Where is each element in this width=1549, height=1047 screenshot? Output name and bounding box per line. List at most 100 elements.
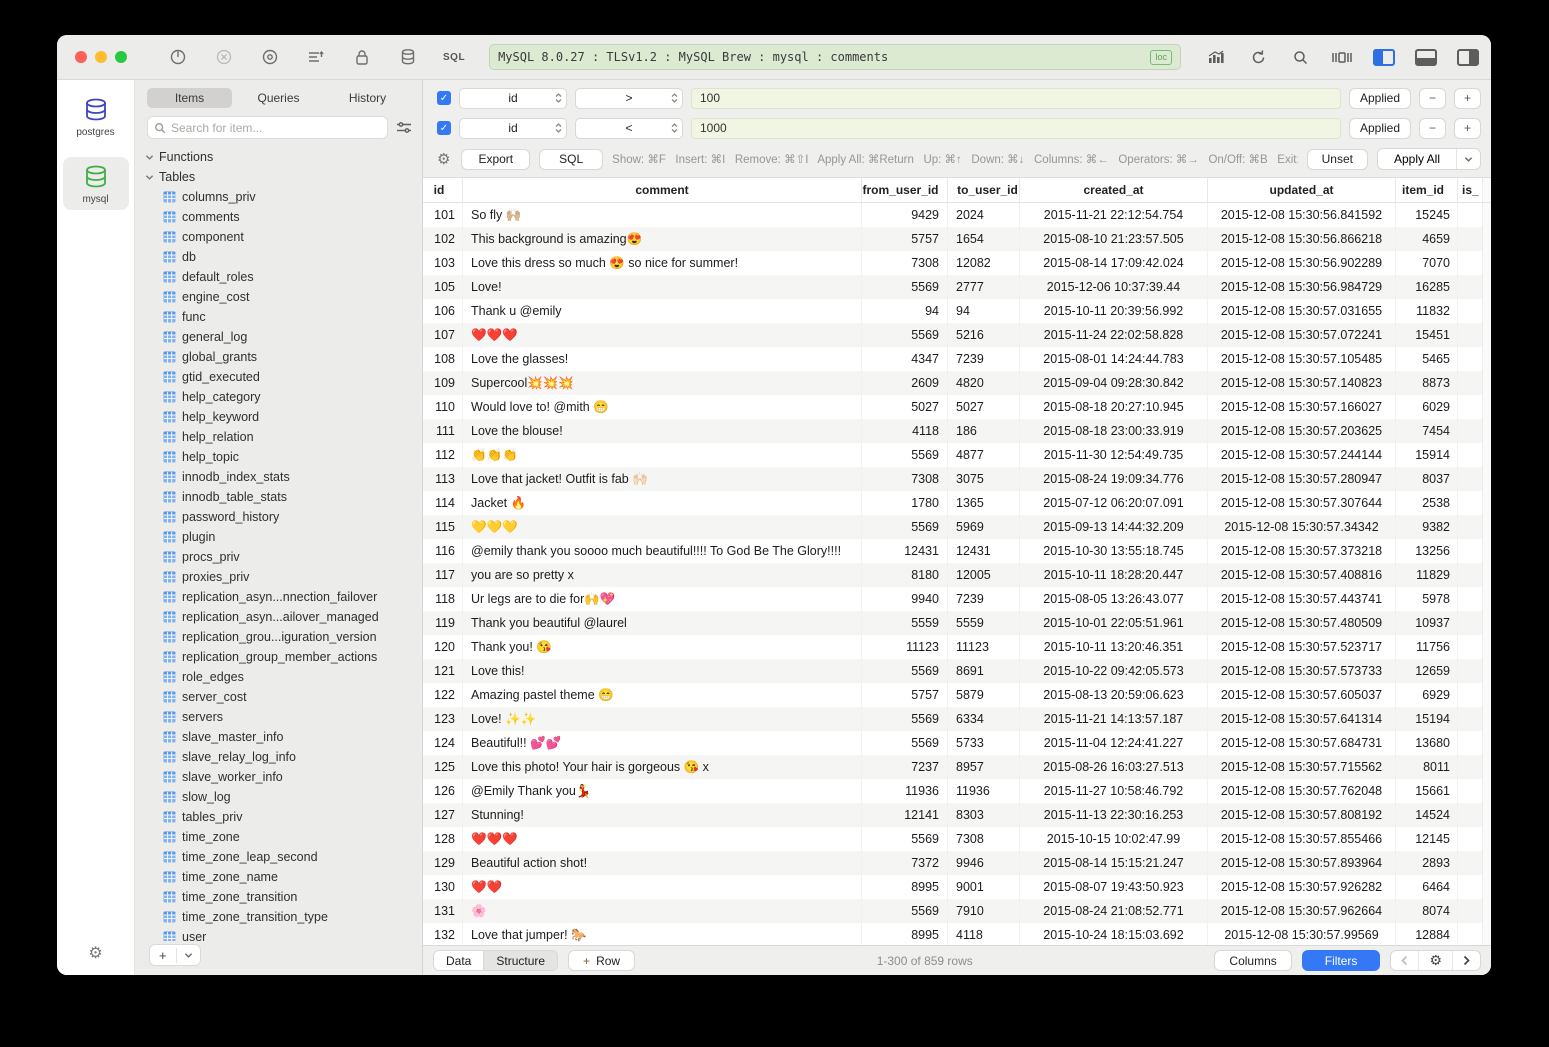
lock-icon[interactable] bbox=[351, 46, 373, 68]
table-row[interactable]: 130 ❤️❤️ 8995 9001 2015-08-07 19:43:50.9… bbox=[423, 875, 1482, 899]
cell-item-id[interactable]: 2893 bbox=[1396, 851, 1458, 875]
add-item-button[interactable]: + bbox=[149, 944, 201, 966]
cell-from-user-id[interactable]: 94 bbox=[862, 299, 948, 323]
column-header-from-user-id[interactable]: from_user_id bbox=[862, 178, 948, 202]
cell-item-id[interactable]: 11832 bbox=[1396, 299, 1458, 323]
section-functions[interactable]: Functions bbox=[135, 147, 422, 167]
add-filter-button[interactable]: + bbox=[1454, 88, 1481, 109]
cell-to-user-id[interactable]: 7239 bbox=[948, 587, 1020, 611]
table-row[interactable]: 118 Ur legs are to die for🙌💖 9940 7239 2… bbox=[423, 587, 1482, 611]
cell-from-user-id[interactable]: 2609 bbox=[862, 371, 948, 395]
cell-comment[interactable]: you are so pretty x bbox=[463, 563, 862, 587]
cell-from-user-id[interactable]: 12431 bbox=[862, 539, 948, 563]
cell-is[interactable] bbox=[1458, 827, 1482, 851]
cell-from-user-id[interactable]: 11123 bbox=[862, 635, 948, 659]
sidebar-table-item[interactable]: global_grants bbox=[135, 347, 422, 367]
cell-id[interactable]: 131 bbox=[423, 899, 463, 923]
table-row[interactable]: 107 ❤️❤️❤️ 5569 5216 2015-11-24 22:02:58… bbox=[423, 323, 1482, 347]
cell-id[interactable]: 112 bbox=[423, 443, 463, 467]
cell-comment[interactable]: @emily thank you soooo much beautiful!!!… bbox=[463, 539, 862, 563]
cell-to-user-id[interactable]: 9946 bbox=[948, 851, 1020, 875]
filter-column-select[interactable]: id bbox=[459, 88, 567, 109]
cell-comment[interactable]: Love that jumper! 🐎 bbox=[463, 923, 862, 945]
cell-id[interactable]: 110 bbox=[423, 395, 463, 419]
sidebar-table-item[interactable]: component bbox=[135, 227, 422, 247]
cell-comment[interactable]: Love this dress so much 😍 so nice for su… bbox=[463, 251, 862, 275]
cell-updated-at[interactable]: 2015-12-08 15:30:57.408816 bbox=[1208, 563, 1396, 587]
cell-to-user-id[interactable]: 5969 bbox=[948, 515, 1020, 539]
cell-created-at[interactable]: 2015-07-12 06:20:07.091 bbox=[1020, 491, 1208, 515]
tab-queries[interactable]: Queries bbox=[236, 88, 321, 108]
cell-is[interactable] bbox=[1458, 251, 1482, 275]
cell-updated-at[interactable]: 2015-12-08 15:30:57.808192 bbox=[1208, 803, 1396, 827]
filter-value-input[interactable]: 1000 bbox=[691, 118, 1341, 139]
scrollbar-track[interactable] bbox=[1482, 203, 1491, 945]
cell-to-user-id[interactable]: 94 bbox=[948, 299, 1020, 323]
connection-address-bar[interactable]: MySQL 8.0.27 : TLSv1.2 : MySQL Brew : my… bbox=[489, 44, 1181, 70]
toggle-bottom-panel-button[interactable] bbox=[1415, 49, 1437, 66]
cell-updated-at[interactable]: 2015-12-08 15:30:57.523717 bbox=[1208, 635, 1396, 659]
cell-is[interactable] bbox=[1458, 899, 1482, 923]
cell-comment[interactable]: Jacket 🔥 bbox=[463, 491, 862, 515]
settings-gear-icon[interactable]: ⚙ bbox=[88, 943, 102, 975]
add-filter-button[interactable]: + bbox=[1454, 118, 1481, 139]
cell-id[interactable]: 107 bbox=[423, 323, 463, 347]
sidebar-table-item[interactable]: innodb_table_stats bbox=[135, 487, 422, 507]
cell-created-at[interactable]: 2015-08-24 21:08:52.771 bbox=[1020, 899, 1208, 923]
cell-to-user-id[interactable]: 12005 bbox=[948, 563, 1020, 587]
cell-id[interactable]: 117 bbox=[423, 563, 463, 587]
filter-column-select[interactable]: id bbox=[459, 118, 567, 139]
cell-from-user-id[interactable]: 5569 bbox=[862, 731, 948, 755]
cell-from-user-id[interactable]: 5569 bbox=[862, 659, 948, 683]
cell-updated-at[interactable]: 2015-12-08 15:30:57.443741 bbox=[1208, 587, 1396, 611]
filter-value-input[interactable]: 100 bbox=[691, 88, 1341, 109]
cell-item-id[interactable]: 13256 bbox=[1396, 539, 1458, 563]
stats-chart-icon[interactable] bbox=[1205, 46, 1227, 68]
cell-from-user-id[interactable]: 7372 bbox=[862, 851, 948, 875]
cell-item-id[interactable]: 7454 bbox=[1396, 419, 1458, 443]
cell-id[interactable]: 105 bbox=[423, 275, 463, 299]
filter-enabled-checkbox[interactable]: ✓ bbox=[437, 91, 451, 105]
table-row[interactable]: 131 🌸 5569 7910 2015-08-24 21:08:52.771 … bbox=[423, 899, 1482, 923]
tab-items[interactable]: Items bbox=[147, 88, 232, 108]
cell-item-id[interactable]: 6464 bbox=[1396, 875, 1458, 899]
cell-item-id[interactable]: 8011 bbox=[1396, 755, 1458, 779]
cell-id[interactable]: 130 bbox=[423, 875, 463, 899]
cell-to-user-id[interactable]: 7239 bbox=[948, 347, 1020, 371]
cell-created-at[interactable]: 2015-11-21 14:13:57.187 bbox=[1020, 707, 1208, 731]
table-row[interactable]: 112 👏👏👏 5569 4877 2015-11-30 12:54:49.73… bbox=[423, 443, 1482, 467]
column-header-created-at[interactable]: created_at bbox=[1020, 178, 1208, 202]
cell-created-at[interactable]: 2015-08-18 20:27:10.945 bbox=[1020, 395, 1208, 419]
remove-filter-button[interactable]: − bbox=[1419, 88, 1446, 109]
column-header-id[interactable]: id bbox=[423, 178, 463, 202]
cell-id[interactable]: 102 bbox=[423, 227, 463, 251]
sql-editor-icon[interactable]: SQL bbox=[443, 52, 465, 63]
cell-created-at[interactable]: 2015-08-05 13:26:43.077 bbox=[1020, 587, 1208, 611]
cell-item-id[interactable]: 10937 bbox=[1396, 611, 1458, 635]
cell-comment[interactable]: 👏👏👏 bbox=[463, 443, 862, 467]
cell-is[interactable] bbox=[1458, 875, 1482, 899]
minimize-window-button[interactable] bbox=[95, 51, 107, 63]
cell-item-id[interactable]: 4659 bbox=[1396, 227, 1458, 251]
cell-is[interactable] bbox=[1458, 755, 1482, 779]
cell-item-id[interactable]: 15245 bbox=[1396, 203, 1458, 227]
cell-comment[interactable]: Beautiful!! 💕💕 bbox=[463, 731, 862, 755]
cell-comment[interactable]: Supercool💥💥💥 bbox=[463, 371, 862, 395]
cell-created-at[interactable]: 2015-11-04 12:24:41.227 bbox=[1020, 731, 1208, 755]
cell-comment[interactable]: This background is amazing😍 bbox=[463, 227, 862, 251]
cell-is[interactable] bbox=[1458, 587, 1482, 611]
cell-id[interactable]: 124 bbox=[423, 731, 463, 755]
cell-updated-at[interactable]: 2015-12-08 15:30:57.99569 bbox=[1208, 923, 1396, 945]
sidebar-table-item[interactable]: slave_master_info bbox=[135, 727, 422, 747]
sidebar-table-item[interactable]: replication_asyn...ailover_managed bbox=[135, 607, 422, 627]
cell-id[interactable]: 113 bbox=[423, 467, 463, 491]
cell-updated-at[interactable]: 2015-12-08 15:30:57.072241 bbox=[1208, 323, 1396, 347]
sidebar-table-item[interactable]: time_zone bbox=[135, 827, 422, 847]
cell-is[interactable] bbox=[1458, 347, 1482, 371]
cell-id[interactable]: 114 bbox=[423, 491, 463, 515]
table-row[interactable]: 125 Love this photo! Your hair is gorgeo… bbox=[423, 755, 1482, 779]
cell-from-user-id[interactable]: 9429 bbox=[862, 203, 948, 227]
sidebar-table-item[interactable]: engine_cost bbox=[135, 287, 422, 307]
cell-is[interactable] bbox=[1458, 227, 1482, 251]
table-row[interactable]: 106 Thank u @emily 94 94 2015-10-11 20:3… bbox=[423, 299, 1482, 323]
